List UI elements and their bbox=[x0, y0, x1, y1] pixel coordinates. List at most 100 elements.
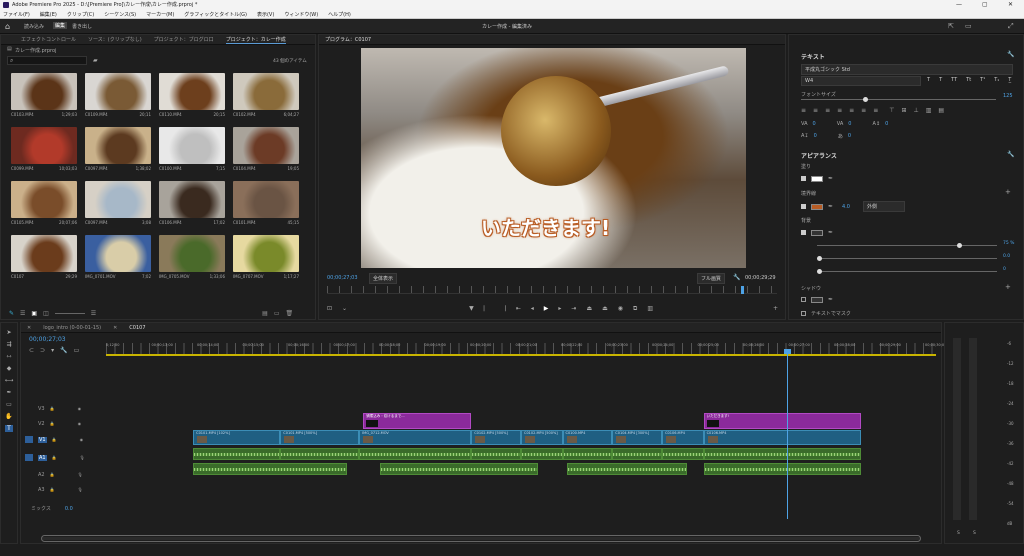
add-marker-icon[interactable]: ⎹ bbox=[500, 305, 506, 313]
text-clip[interactable]: 鍋煮込み・炊けるまで... bbox=[363, 413, 472, 429]
media-item[interactable]: C0100.MP4 7;15 bbox=[159, 127, 225, 177]
wrench-icon[interactable]: 🔧 bbox=[1007, 51, 1014, 58]
audio-clip-a1[interactable] bbox=[193, 448, 281, 460]
menu-item[interactable]: 表示(V) bbox=[257, 11, 274, 18]
bg-size-slider[interactable] bbox=[817, 256, 997, 261]
ripple-edit-tool-icon[interactable]: ⇿ bbox=[6, 353, 11, 360]
work-area-bar[interactable] bbox=[106, 354, 936, 356]
track-select-tool-icon[interactable]: ⇶ bbox=[6, 341, 11, 348]
align-bottom-icon[interactable]: ⊥ bbox=[913, 107, 918, 114]
mic-icon[interactable]: 🎙 bbox=[78, 472, 83, 477]
align-top-icon[interactable]: ⊤ bbox=[889, 107, 894, 114]
media-item[interactable]: C0097.MP4 1;38;02 bbox=[85, 127, 151, 177]
bg-opacity-value[interactable]: 75 % bbox=[1003, 241, 1014, 246]
track-label[interactable]: V3 bbox=[38, 406, 45, 412]
underline-icon[interactable]: T̲ bbox=[1008, 77, 1011, 83]
media-item[interactable]: C0107 29;29 bbox=[11, 235, 77, 285]
minimize-button[interactable]: — bbox=[956, 1, 962, 8]
mix-value[interactable]: 0.0 bbox=[65, 506, 73, 512]
media-item[interactable]: C0102.MP4 6;04;27 bbox=[233, 73, 299, 123]
font-size-value[interactable]: 125 bbox=[1003, 93, 1013, 99]
lock-icon[interactable]: 🔒 bbox=[52, 455, 57, 460]
bg-size-handle[interactable] bbox=[817, 256, 822, 261]
home-icon[interactable]: ⌂ bbox=[5, 22, 10, 31]
wrench-icon[interactable]: 🔧 bbox=[733, 274, 740, 281]
video-clip[interactable]: C0106.MP4 bbox=[662, 430, 704, 445]
razor-tool-icon[interactable]: ◆ bbox=[7, 365, 12, 372]
eyedropper-icon[interactable]: ✒ bbox=[828, 175, 833, 182]
hand-tool-icon[interactable]: ✋ bbox=[5, 413, 12, 420]
font-size-handle[interactable] bbox=[863, 97, 868, 102]
audio-clip-a1[interactable] bbox=[703, 448, 862, 460]
track-target-button[interactable] bbox=[25, 420, 33, 427]
close-button[interactable]: ✕ bbox=[1008, 1, 1013, 8]
compare-icon[interactable]: ⧉ bbox=[633, 305, 637, 313]
pen-tool-icon[interactable]: ✒ bbox=[6, 389, 11, 396]
freeform-view-icon[interactable]: ◫ bbox=[43, 310, 49, 317]
menu-item[interactable]: 編集(E) bbox=[40, 11, 57, 18]
video-clip[interactable]: C0102.MP4 [500%] bbox=[471, 430, 521, 445]
media-item[interactable]: IMG_0705.MOV 1;33;06 bbox=[159, 235, 225, 285]
media-item[interactable]: C0104.MP4 19;05 bbox=[233, 127, 299, 177]
trash-icon[interactable]: 🗑 bbox=[286, 310, 294, 317]
close-icon[interactable]: ✕ bbox=[27, 325, 31, 331]
type-tool-icon[interactable]: T bbox=[5, 425, 13, 432]
media-item[interactable]: C0103.MP4 1;29;03 bbox=[11, 73, 77, 123]
new-bin-icon[interactable]: ▰ bbox=[93, 57, 98, 64]
maximize-button[interactable]: ▢ bbox=[982, 1, 988, 8]
timeline-timecode[interactable]: 00;00;27;03 bbox=[29, 336, 66, 343]
justify-all-icon[interactable]: ≡ bbox=[873, 107, 878, 114]
media-item[interactable]: C0106.MP4 17;02 bbox=[159, 181, 225, 231]
track-label[interactable]: A1 bbox=[38, 454, 47, 461]
stroke-width-value[interactable]: 4.0 bbox=[842, 204, 850, 210]
video-clip[interactable]: IMG_0712.MOV bbox=[359, 430, 472, 445]
baseline-value[interactable]: 0 bbox=[814, 133, 817, 140]
tab-edit[interactable]: 編集 bbox=[53, 22, 68, 29]
captions-icon[interactable]: ▭ bbox=[74, 347, 80, 354]
bg-size-value[interactable]: 0.0 bbox=[1003, 254, 1010, 259]
tab-program[interactable]: プログラム：C0107 bbox=[325, 36, 371, 43]
go-to-in-icon[interactable]: ⇤ bbox=[516, 305, 521, 313]
mark-out-icon[interactable]: ⎸ bbox=[484, 305, 490, 313]
tab-source[interactable]: ソース：(クリップなし) bbox=[88, 36, 142, 43]
icon-view-icon[interactable]: ▣ bbox=[31, 310, 37, 317]
bg-opacity-slider[interactable] bbox=[817, 243, 997, 248]
video-clip[interactable]: C0104.MP4 [300%] bbox=[612, 430, 663, 445]
stroke-checkbox[interactable] bbox=[801, 204, 806, 209]
track-label[interactable]: V2 bbox=[38, 421, 45, 427]
play-button[interactable]: ▶ bbox=[544, 305, 549, 313]
track-label[interactable]: A2 bbox=[38, 472, 45, 478]
video-clip[interactable]: C0102.MP4 [500%] bbox=[521, 430, 563, 445]
pencil-icon[interactable]: ✎ bbox=[9, 310, 14, 317]
eyedropper-icon[interactable]: ✒ bbox=[828, 229, 833, 236]
snap-icon[interactable]: ⊂ bbox=[29, 347, 34, 354]
audio-clip-a2[interactable] bbox=[566, 463, 687, 475]
menu-item[interactable]: ファイル(F) bbox=[3, 11, 30, 18]
track-target-button[interactable] bbox=[25, 471, 33, 478]
track-target-button[interactable] bbox=[25, 405, 33, 412]
justify-right-icon[interactable]: ≡ bbox=[861, 107, 866, 114]
subscript-icon[interactable]: T₁ bbox=[994, 77, 999, 83]
menu-item[interactable]: ヘルプ(H) bbox=[328, 11, 351, 18]
media-item[interactable]: C0099.MP4 10;03;03 bbox=[11, 127, 77, 177]
close-icon[interactable]: ✕ bbox=[113, 325, 117, 331]
menu-item[interactable]: シーケンス(S) bbox=[104, 11, 136, 18]
bg-round-slider[interactable] bbox=[817, 269, 997, 274]
font-select[interactable]: 平成丸ゴシック Std bbox=[801, 64, 1013, 75]
horizontal-text-icon[interactable]: ▤ bbox=[938, 107, 944, 114]
mini-playhead[interactable] bbox=[741, 286, 744, 294]
lift-icon[interactable]: ⏏ bbox=[586, 305, 592, 313]
video-clip[interactable]: C0106.MP4 bbox=[703, 430, 862, 445]
search-input[interactable]: ⌕ bbox=[7, 56, 87, 65]
add-button-icon[interactable]: + bbox=[773, 305, 778, 313]
add-shadow-icon[interactable]: + bbox=[1005, 283, 1011, 291]
align-left-icon[interactable]: ≡ bbox=[801, 107, 806, 114]
slip-tool-icon[interactable]: ⟷ bbox=[5, 377, 14, 384]
quality-select[interactable]: フル画質 bbox=[697, 273, 726, 284]
audio-clip-a1[interactable] bbox=[471, 448, 521, 460]
video-clip[interactable]: C0100.MP4 bbox=[562, 430, 613, 445]
audio-clip-a2[interactable] bbox=[193, 463, 347, 475]
lock-icon[interactable]: 🔒 bbox=[50, 421, 55, 426]
lock-icon[interactable]: 🔒 bbox=[52, 437, 57, 442]
mask-checkbox[interactable] bbox=[801, 311, 806, 316]
